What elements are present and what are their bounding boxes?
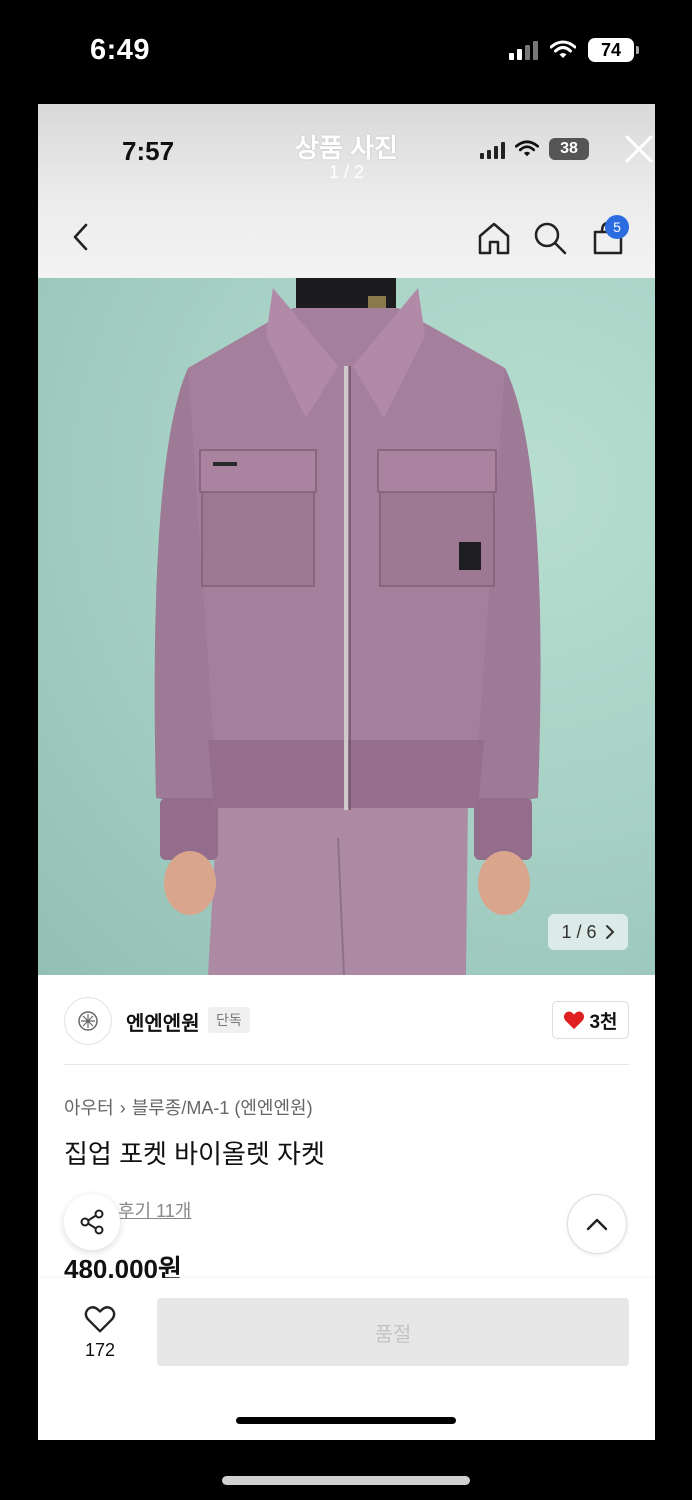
review-link[interactable]: 후기 11개: [118, 1197, 191, 1223]
chevron-right-icon: [605, 925, 614, 939]
wifi-icon: [550, 40, 576, 58]
heart-outline-icon: [84, 1306, 116, 1333]
brand-name[interactable]: 엔엔엔원: [126, 1007, 200, 1036]
chevron-right-icon: ›: [119, 1098, 126, 1118]
product-screenshot: 7:57 상품 사진 1 / 2 38 5 1 / 6 엔엔엔원 단독 3천 아…: [38, 104, 655, 1440]
outer-status-bar: 6:49 74: [0, 0, 692, 104]
inner-wifi-icon: [515, 140, 539, 157]
brand-logo-icon: [78, 1011, 98, 1031]
product-image[interactable]: [38, 278, 655, 975]
battery-icon: 74: [588, 38, 639, 62]
product-title: 집업 포켓 바이올렛 자켓: [64, 1139, 325, 1169]
breadcrumb-category[interactable]: 아우터: [64, 1098, 114, 1118]
wishlist-count: 172: [84, 1340, 116, 1360]
cellular-signal-icon: [509, 40, 538, 60]
search-icon[interactable]: [532, 220, 568, 256]
back-arrow-icon[interactable]: [68, 220, 94, 254]
cart-badge: 5: [605, 215, 629, 239]
exclusive-badge: 단독: [208, 1007, 250, 1033]
sold-out-button[interactable]: 품절: [157, 1298, 629, 1366]
brand-like-button[interactable]: 3천: [552, 1001, 629, 1039]
chevron-up-icon: [586, 1218, 608, 1231]
scroll-top-button[interactable]: [567, 1194, 627, 1254]
brand-like-count: 3천: [589, 1011, 618, 1033]
heart-filled-icon: [564, 1011, 585, 1030]
breadcrumb-subcategory[interactable]: 블루종/MA-1 (엔엔엔원): [132, 1098, 313, 1118]
inner-signal-icon: [480, 139, 505, 159]
image-counter-label: 1 / 6: [561, 921, 597, 942]
breadcrumb: 아우터 › 블루종/MA-1 (엔엔엔원): [64, 1094, 313, 1120]
close-icon[interactable]: [622, 132, 655, 166]
wishlist-button[interactable]: [78, 1304, 122, 1339]
inner-battery-icon: 38: [549, 138, 589, 160]
home-icon[interactable]: [476, 220, 512, 256]
viewer-page-counter: 1 / 2: [328, 162, 365, 182]
share-icon: [80, 1209, 104, 1235]
inner-status-icons: 38: [480, 138, 589, 160]
inner-home-indicator: [236, 1417, 456, 1424]
brand-logo[interactable]: [64, 997, 112, 1045]
jacket-illustration: [154, 278, 541, 975]
home-indicator[interactable]: [222, 1476, 470, 1485]
share-button[interactable]: [64, 1194, 120, 1250]
divider: [64, 1064, 629, 1065]
outer-clock: 6:49: [90, 34, 151, 66]
image-counter[interactable]: 1 / 6: [548, 914, 628, 950]
outer-status-icons: 74: [509, 38, 639, 62]
